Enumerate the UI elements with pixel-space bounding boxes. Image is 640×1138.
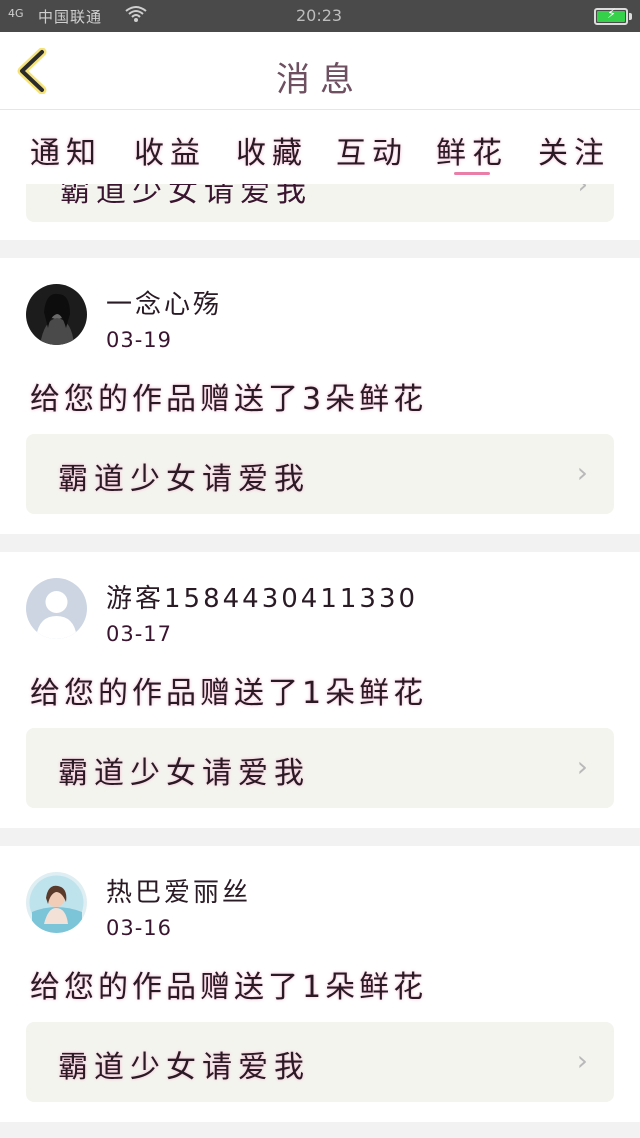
page-title: 消息 bbox=[276, 60, 364, 100]
work-link[interactable]: 霸道少女请爱我 › bbox=[26, 434, 614, 514]
signal-icon: 4G bbox=[8, 7, 24, 20]
work-link[interactable]: 霸道少女请爱我 › bbox=[26, 184, 614, 222]
tab-interactions[interactable]: 互动 bbox=[336, 128, 408, 172]
work-title: 霸道少女请爱我 bbox=[60, 184, 312, 209]
avatar[interactable] bbox=[26, 284, 87, 345]
message-date: 03-17 bbox=[106, 622, 173, 646]
chevron-right-icon: › bbox=[576, 456, 588, 489]
chevron-right-icon: › bbox=[576, 750, 588, 783]
charging-icon: ⚡ bbox=[607, 7, 617, 22]
avatar[interactable] bbox=[26, 578, 87, 639]
username: 一念心殇 bbox=[106, 290, 223, 320]
tab-earnings[interactable]: 收益 bbox=[134, 128, 206, 172]
carrier-name: 中国联通 bbox=[38, 8, 103, 26]
work-title: 霸道少女请爱我 bbox=[58, 756, 310, 791]
wifi-icon bbox=[124, 4, 148, 28]
battery-tip bbox=[629, 13, 632, 20]
tab-flowers[interactable]: 鲜花 bbox=[436, 128, 508, 172]
nav-bar: 消息 bbox=[0, 32, 640, 110]
photo-avatar-dark-icon bbox=[26, 284, 87, 345]
avatar[interactable] bbox=[26, 872, 87, 933]
work-title: 霸道少女请爱我 bbox=[58, 1050, 310, 1085]
work-title: 霸道少女请爱我 bbox=[58, 462, 310, 497]
photo-avatar-beach-icon bbox=[26, 872, 87, 933]
tab-notifications[interactable]: 通知 bbox=[30, 128, 102, 172]
tab-favorites[interactable]: 收藏 bbox=[236, 128, 308, 172]
message-text: 给您的作品赠送了3朵鲜花 bbox=[30, 382, 428, 417]
list-item: 一念心殇 03-19 给您的作品赠送了3朵鲜花 霸道少女请爱我 › bbox=[0, 258, 640, 534]
message-text: 给您的作品赠送了1朵鲜花 bbox=[30, 970, 428, 1005]
username: 热巴爱丽丝 bbox=[106, 878, 252, 908]
work-link[interactable]: 霸道少女请爱我 › bbox=[26, 1022, 614, 1102]
status-bar: 4G 中国联通 20:23 ⚡ bbox=[0, 0, 640, 32]
message-date: 03-19 bbox=[106, 328, 173, 352]
username: 游客1584430411330 bbox=[106, 584, 419, 614]
default-user-avatar-icon bbox=[26, 578, 87, 639]
tab-following[interactable]: 关注 bbox=[538, 128, 610, 172]
work-link[interactable]: 霸道少女请爱我 › bbox=[26, 728, 614, 808]
chevron-right-icon: › bbox=[576, 1044, 588, 1077]
list-item: 热巴爱丽丝 03-16 给您的作品赠送了1朵鲜花 霸道少女请爱我 › bbox=[0, 846, 640, 1122]
message-date: 03-16 bbox=[106, 916, 173, 940]
active-tab-indicator bbox=[454, 172, 490, 175]
clock-time: 20:23 bbox=[296, 6, 343, 25]
chevron-right-icon: › bbox=[577, 184, 588, 200]
message-text: 给您的作品赠送了1朵鲜花 bbox=[30, 676, 428, 711]
list-item: 霸道少女请爱我 › bbox=[0, 184, 640, 240]
list-item: 游客1584430411330 03-17 给您的作品赠送了1朵鲜花 霸道少女请… bbox=[0, 552, 640, 828]
tab-bar: 通知 收益 收藏 互动 鲜花 关注 bbox=[0, 110, 640, 184]
